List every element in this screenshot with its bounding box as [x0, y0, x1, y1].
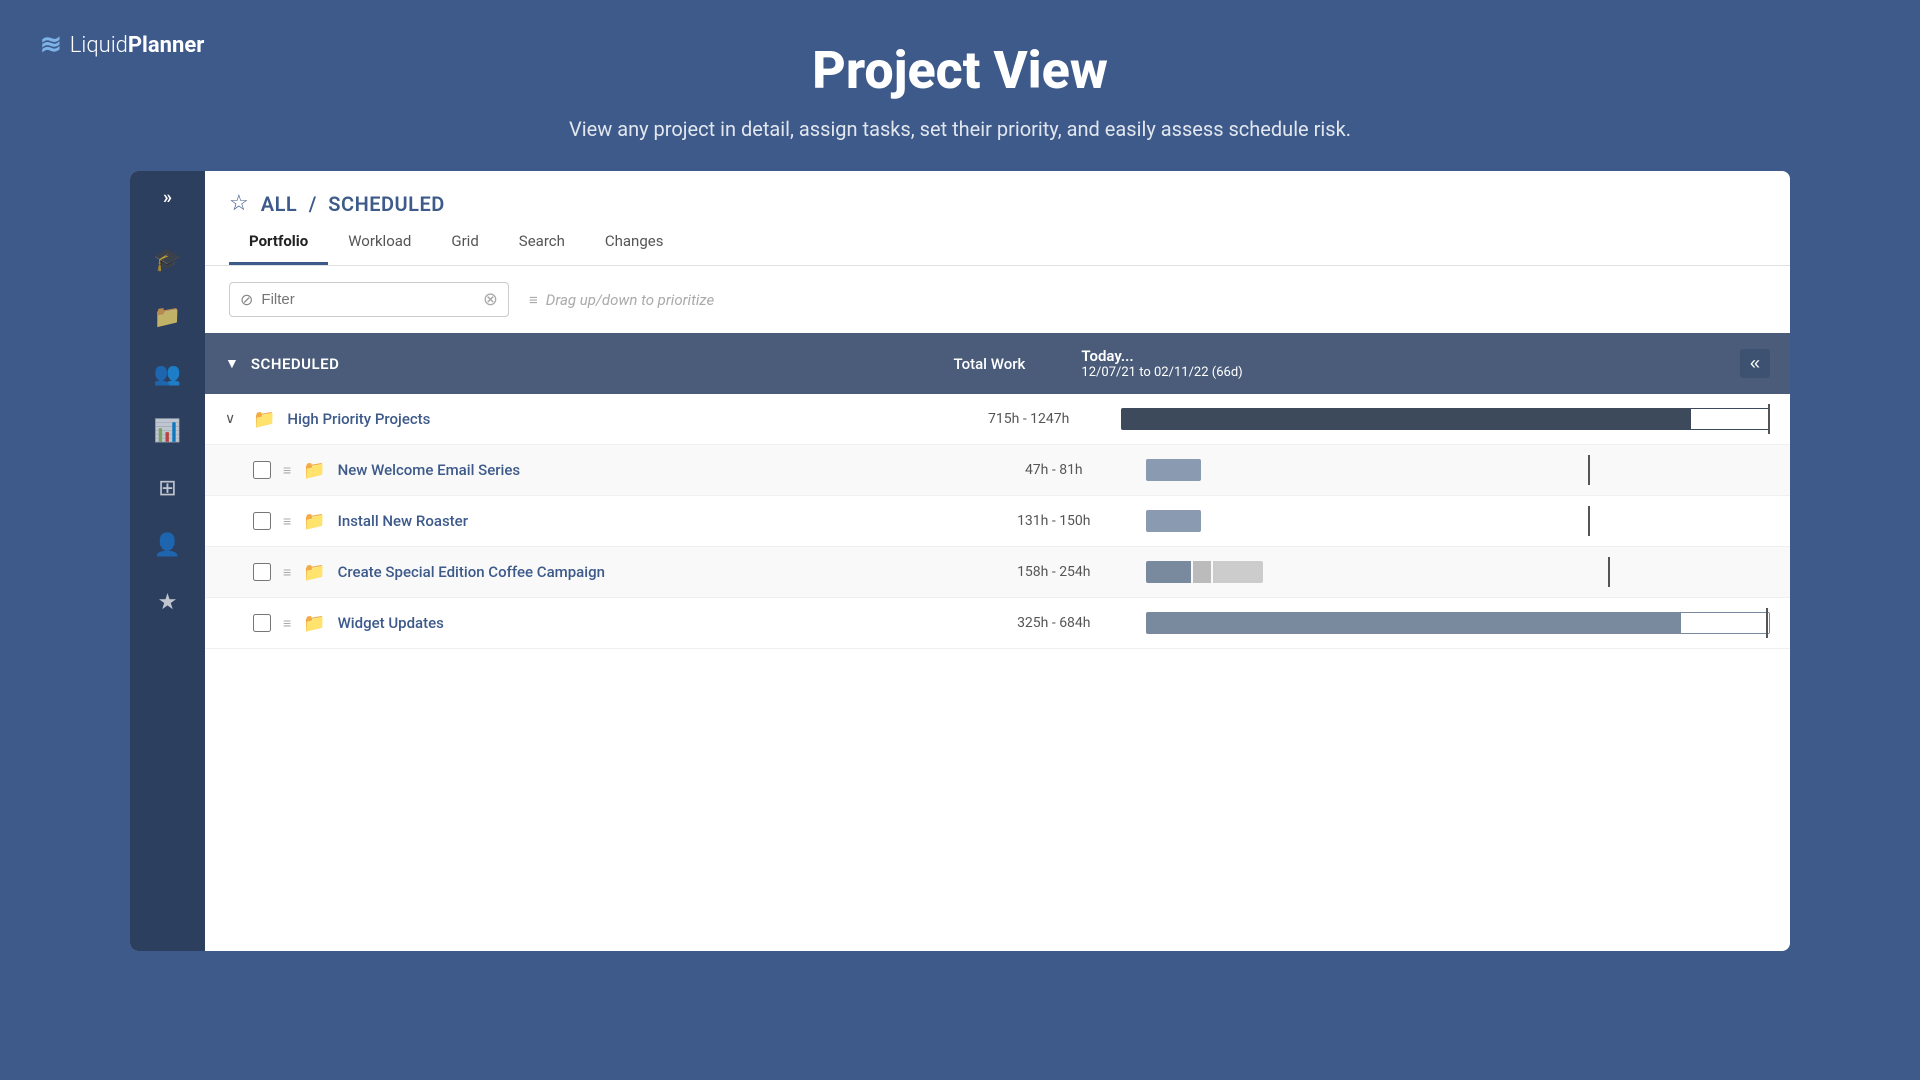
- sidebar-item-analytics[interactable]: 📊: [130, 403, 205, 460]
- date-range: 12/07/21 to 02/11/22 (66d): [1081, 365, 1728, 380]
- row-project-name[interactable]: Create Special Edition Coffee Campaign: [338, 563, 962, 581]
- folder-icon-teal: 📁: [303, 562, 325, 583]
- breadcrumb: ALL / SCHEDULED: [261, 192, 445, 216]
- gantt-bar-area: [1146, 612, 1770, 634]
- sidebar-item-files[interactable]: 📁: [130, 289, 205, 346]
- project-table: ▼ SCHEDULED Total Work Today... 12/07/21…: [205, 333, 1790, 951]
- table-header-row: ▼ SCHEDULED Total Work Today... 12/07/21…: [205, 333, 1790, 394]
- row-expand-icon[interactable]: ∨: [225, 411, 241, 427]
- today-marker: [1768, 404, 1770, 434]
- tab-workload[interactable]: Workload: [328, 220, 431, 265]
- header-area: Project View View any project in detail,…: [0, 0, 1920, 171]
- breadcrumb-separator: /: [309, 192, 317, 216]
- collapse-button[interactable]: «: [1740, 349, 1770, 378]
- row-checkbox[interactable]: [253, 563, 271, 581]
- row-work-estimate: 158h - 254h: [974, 564, 1134, 580]
- sidebar: » 🎓 📁 👥 📊 ⊞ 👤 ★: [130, 171, 205, 951]
- tab-search[interactable]: Search: [499, 220, 585, 265]
- table-row: ≡ 📁 New Welcome Email Series 47h - 81h: [205, 445, 1790, 496]
- sidebar-item-grid[interactable]: ⊞: [130, 460, 205, 517]
- top-bar: ☆ ALL / SCHEDULED: [205, 171, 1790, 216]
- table-row: ≡ 📁 Widget Updates 325h - 684h: [205, 598, 1790, 649]
- table-row: ≡ 📁 Create Special Edition Coffee Campai…: [205, 547, 1790, 598]
- gantt-bar: [1121, 408, 1770, 430]
- row-checkbox[interactable]: [253, 512, 271, 530]
- gantt-bar: [1146, 510, 1770, 532]
- gantt-bar-area: [1121, 408, 1770, 430]
- drag-handle-icon[interactable]: ≡: [283, 462, 291, 479]
- header-label: SCHEDULED: [251, 355, 898, 373]
- filter-input-wrap: ⊘ ⊗: [229, 282, 509, 317]
- row-work-estimate: 325h - 684h: [974, 615, 1134, 631]
- sidebar-collapse-button[interactable]: »: [163, 187, 172, 208]
- today-label: Today...: [1081, 347, 1728, 365]
- drag-hint-text: Drag up/down to prioritize: [546, 291, 714, 309]
- filter-bar: ⊘ ⊗ ≡ Drag up/down to prioritize: [205, 266, 1790, 333]
- row-project-name[interactable]: Install New Roaster: [338, 512, 962, 530]
- folder-icon-green: 📁: [253, 409, 275, 430]
- drag-hint: ≡ Drag up/down to prioritize: [529, 291, 714, 309]
- table-row: ∨ 📁 High Priority Projects 715h - 1247h: [205, 394, 1790, 445]
- row-project-name[interactable]: New Welcome Email Series: [338, 461, 962, 479]
- star-icon[interactable]: ☆: [229, 191, 249, 216]
- main-content: ☆ ALL / SCHEDULED Portfolio Workload Gri…: [205, 171, 1790, 951]
- page-title: Project View: [0, 40, 1920, 101]
- row-work-estimate: 47h - 81h: [974, 462, 1134, 478]
- row-work-estimate: 715h - 1247h: [949, 411, 1109, 427]
- folder-icon-yellow: 📁: [303, 460, 325, 481]
- filter-icon: ⊘: [240, 290, 253, 309]
- sidebar-item-profile[interactable]: 👤: [130, 517, 205, 574]
- header-toggle-icon[interactable]: ▼: [225, 355, 239, 372]
- breadcrumb-all[interactable]: ALL: [261, 192, 297, 216]
- filter-input[interactable]: [261, 291, 475, 308]
- gantt-bar-area: [1146, 561, 1770, 583]
- drag-handle-icon[interactable]: ≡: [283, 564, 291, 581]
- page-subtitle: View any project in detail, assign tasks…: [0, 117, 1920, 141]
- header-total-work: Total Work: [909, 355, 1069, 373]
- row-work-estimate: 131h - 150h: [974, 513, 1134, 529]
- row-checkbox[interactable]: [253, 461, 271, 479]
- table-row: ≡ 📁 Install New Roaster 131h - 150h: [205, 496, 1790, 547]
- row-project-name[interactable]: High Priority Projects: [287, 410, 936, 428]
- gantt-bar: [1146, 561, 1770, 583]
- folder-icon-purple: 📁: [303, 613, 325, 634]
- tab-changes[interactable]: Changes: [585, 220, 684, 265]
- gantt-bar: [1146, 612, 1770, 634]
- row-project-name[interactable]: Widget Updates: [338, 614, 962, 632]
- gantt-bar-area: [1146, 459, 1770, 481]
- tab-grid[interactable]: Grid: [431, 220, 498, 265]
- drag-handle-icon[interactable]: ≡: [283, 615, 291, 632]
- gantt-bar: [1146, 459, 1770, 481]
- sidebar-item-favorites[interactable]: ★: [130, 574, 205, 631]
- sidebar-item-learning[interactable]: 🎓: [130, 232, 205, 289]
- tab-portfolio[interactable]: Portfolio: [229, 220, 328, 265]
- filter-clear-button[interactable]: ⊗: [483, 289, 498, 310]
- folder-icon-pink: 📁: [303, 511, 325, 532]
- drag-handle-icon[interactable]: ≡: [283, 513, 291, 530]
- drag-hint-icon: ≡: [529, 291, 538, 309]
- tab-bar: Portfolio Workload Grid Search Changes: [205, 220, 1790, 266]
- app-container: » 🎓 📁 👥 📊 ⊞ 👤 ★ ☆ ALL / SCHEDULED Portfo…: [130, 171, 1790, 951]
- row-checkbox[interactable]: [253, 614, 271, 632]
- breadcrumb-scheduled[interactable]: SCHEDULED: [328, 192, 445, 216]
- sidebar-item-team[interactable]: 👥: [130, 346, 205, 403]
- header-timeline: Today... 12/07/21 to 02/11/22 (66d): [1081, 347, 1728, 380]
- gantt-bar-area: [1146, 510, 1770, 532]
